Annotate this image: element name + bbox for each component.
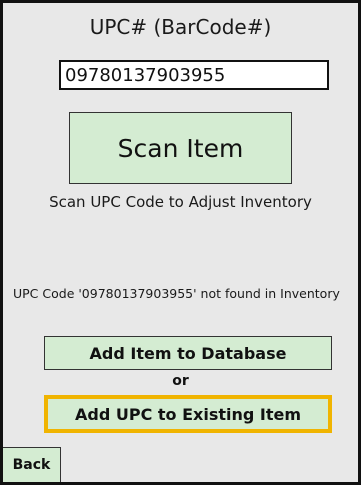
- scan-item-button[interactable]: Scan Item: [69, 112, 292, 184]
- back-button[interactable]: Back: [3, 447, 61, 482]
- upc-field-label: UPC# (BarCode#): [89, 15, 272, 39]
- add-item-button-label: Add Item to Database: [89, 343, 287, 363]
- back-button-label: Back: [12, 457, 51, 473]
- or-separator: or: [172, 373, 189, 389]
- add-item-to-database-button[interactable]: Add Item to Database: [44, 336, 332, 370]
- add-upc-button-label: Add UPC to Existing Item: [74, 404, 302, 424]
- scan-item-button-label: Scan Item: [117, 133, 244, 163]
- add-upc-to-existing-item-button[interactable]: Add UPC to Existing Item: [44, 395, 332, 433]
- upc-input[interactable]: [59, 60, 329, 90]
- scan-hint-text: Scan UPC Code to Adjust Inventory: [49, 193, 312, 211]
- not-found-message: UPC Code '09780137903955' not found in I…: [13, 286, 340, 301]
- inventory-screen: UPC# (BarCode#) Scan Item Scan UPC Code …: [0, 0, 361, 485]
